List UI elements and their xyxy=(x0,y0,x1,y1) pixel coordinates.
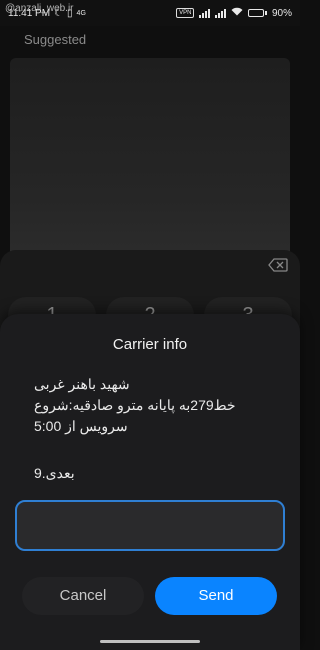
signal-icon-2 xyxy=(215,8,227,18)
dialog-next-option: بعدی.9 xyxy=(34,465,75,481)
suggested-label: Suggested xyxy=(24,32,87,47)
reply-input[interactable] xyxy=(15,500,285,551)
cancel-button[interactable]: Cancel xyxy=(22,577,144,615)
send-button[interactable]: Send xyxy=(155,577,277,615)
vpn-badge: VPN xyxy=(176,8,195,18)
backspace-icon[interactable] xyxy=(268,258,288,272)
dialog-message: شهید باهنر غربی خط279به پایانه مترو صادق… xyxy=(34,376,236,434)
battery-percent: 90% xyxy=(271,7,292,19)
watermark: @anzali_web.ir xyxy=(5,3,74,14)
gesture-nav-bar[interactable] xyxy=(100,640,200,643)
wifi-icon xyxy=(231,7,243,19)
network-type: 4G xyxy=(76,9,86,17)
suggested-panel xyxy=(10,58,290,258)
signal-icon xyxy=(199,8,211,18)
battery-icon xyxy=(248,9,267,17)
status-right: VPN 90% xyxy=(176,7,292,19)
dialog-title: Carrier info xyxy=(112,336,188,353)
